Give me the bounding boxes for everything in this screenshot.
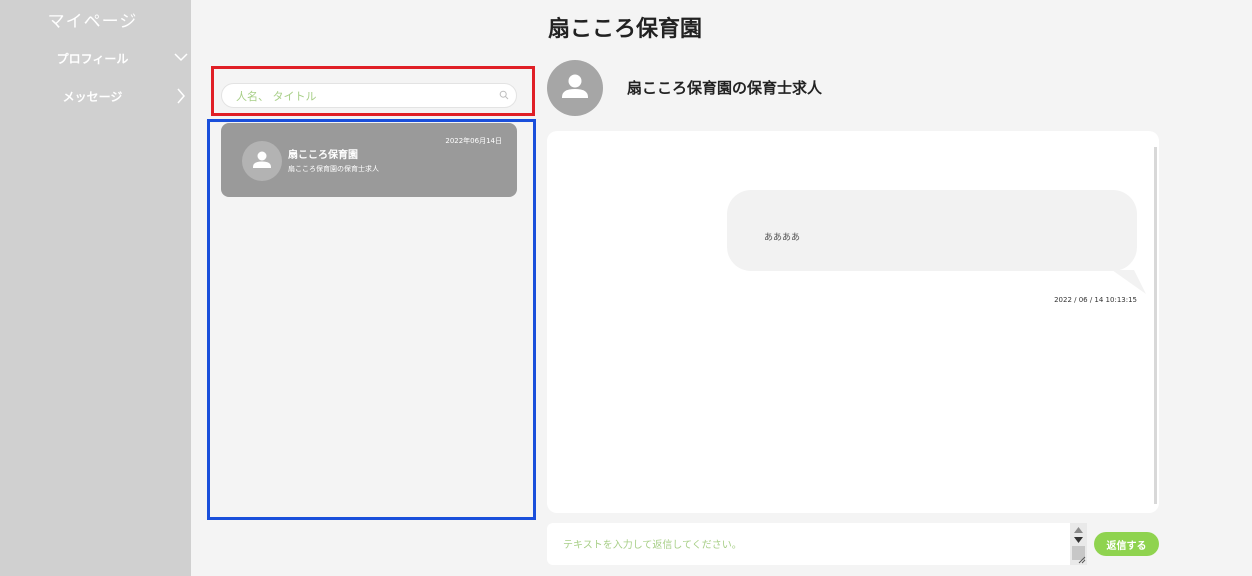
sidebar-title: マイページ <box>47 12 138 32</box>
sidebar-item-messages[interactable]: メッセージ <box>0 85 191 109</box>
page-title: 扇こころ保育園 <box>548 17 703 42</box>
scroll-down-icon[interactable] <box>1074 537 1083 543</box>
resize-grip-icon[interactable] <box>1078 556 1086 564</box>
message-text: ああああ <box>764 233 801 243</box>
bubble-tail <box>1112 270 1146 294</box>
user-icon <box>253 151 271 168</box>
user-icon <box>562 74 588 98</box>
conversation-subtitle: 扇こころ保育園の保育士求人 <box>288 165 379 173</box>
sidebar-item-label: メッセージ <box>62 90 123 104</box>
search-input[interactable] <box>234 87 488 106</box>
chat-title: 扇こころ保育園の保育士求人 <box>627 79 823 97</box>
conversation-item[interactable]: 扇こころ保育園 扇こころ保育園の保育士求人 2022年06月14日 <box>221 123 517 197</box>
chat-panel: ああああ 2022 / 06 / 14 10:13:15 <box>547 131 1159 513</box>
message-timestamp: 2022 / 06 / 14 10:13:15 <box>1054 296 1137 304</box>
reply-textarea[interactable] <box>561 534 1065 560</box>
scroll-up-icon[interactable] <box>1074 527 1083 533</box>
search-icon[interactable] <box>499 90 509 100</box>
chat-scrollbar[interactable] <box>1154 147 1157 504</box>
chevron-right-icon <box>177 88 185 104</box>
reply-box <box>547 523 1087 565</box>
sidebar-item-label: プロフィール <box>56 52 129 66</box>
chevron-down-icon <box>174 53 188 62</box>
chat-avatar <box>547 60 603 116</box>
conversation-date: 2022年06月14日 <box>445 137 502 145</box>
send-button[interactable]: 返信する <box>1094 532 1159 556</box>
search-box <box>221 83 517 108</box>
sidebar: マイページ プロフィール メッセージ <box>0 0 191 576</box>
sidebar-item-profile[interactable]: プロフィール <box>0 47 191 71</box>
reply-scrollbar[interactable] <box>1070 523 1087 565</box>
conversation-name: 扇こころ保育園 <box>288 150 358 161</box>
message-bubble: ああああ <box>727 190 1137 271</box>
avatar <box>242 141 282 181</box>
